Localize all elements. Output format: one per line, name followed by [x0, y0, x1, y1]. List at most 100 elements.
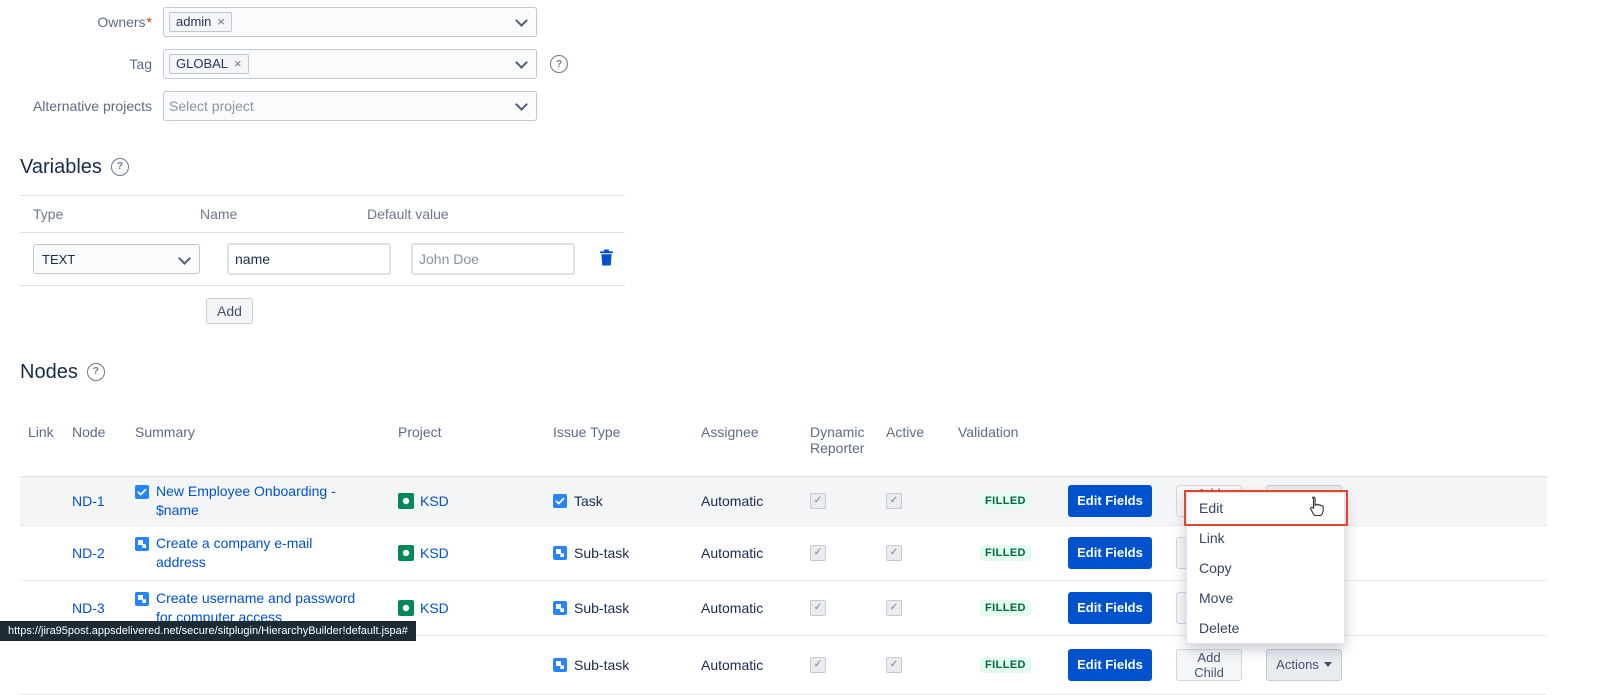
nodes-table-header: Link Node Summary Project Issue Type Ass…: [20, 412, 1547, 477]
dynamic-reporter-cell: ✓: [810, 657, 886, 673]
help-icon[interactable]: ?: [111, 158, 129, 176]
form-row-tag: Tag GLOBAL × ?: [0, 50, 568, 78]
col-dynamic-reporter: Dynamic Reporter: [810, 424, 886, 456]
assignee-label: Automatic: [701, 600, 810, 616]
col-active: Active: [886, 424, 958, 440]
caret-down-icon: [1324, 662, 1332, 667]
node-id-link[interactable]: ND-2: [72, 545, 105, 561]
actions-dropdown-menu: Edit Link Copy Move Delete: [1186, 492, 1345, 644]
dynamic-reporter-checkbox[interactable]: ✓: [810, 657, 826, 673]
issue-type-label: Sub-task: [574, 600, 629, 616]
subtask-icon: [553, 658, 567, 672]
menu-item-edit[interactable]: Edit: [1187, 493, 1344, 523]
owners-select[interactable]: admin ×: [163, 7, 537, 37]
summary-link[interactable]: New Employee Onboarding - $name: [156, 482, 361, 520]
chevron-down-icon: [515, 14, 528, 27]
tag-select[interactable]: GLOBAL ×: [163, 49, 537, 79]
assignee-label: Automatic: [701, 657, 810, 673]
project-avatar-icon: [398, 600, 414, 616]
variables-title: Variables ?: [20, 155, 625, 179]
add-child-button[interactable]: Add Child: [1176, 649, 1242, 681]
actions-label: Actions: [1276, 657, 1319, 672]
project-avatar-icon: [398, 545, 414, 561]
help-icon[interactable]: ?: [550, 55, 568, 73]
template-settings-form: Owners* admin × Tag GLOBAL × ? Alternati…: [0, 8, 568, 134]
col-name: Name: [200, 206, 367, 222]
task-icon: [135, 485, 149, 499]
variables-section: Variables ? Type Name Default value TEXT…: [20, 138, 625, 324]
validation-badge: FILLED: [980, 493, 1031, 509]
dynamic-reporter-checkbox[interactable]: ✓: [810, 600, 826, 616]
node-id-link[interactable]: ND-1: [72, 493, 105, 509]
dynamic-reporter-cell: ✓: [810, 493, 886, 509]
edit-fields-button[interactable]: Edit Fields: [1068, 485, 1152, 517]
project-link[interactable]: KSD: [420, 545, 449, 561]
node-id-link[interactable]: ND-3: [72, 600, 105, 616]
issue-type-cell: Sub-task: [553, 600, 701, 616]
menu-item-delete[interactable]: Delete: [1187, 613, 1344, 643]
col-default-value: Default value: [367, 206, 449, 222]
alt-projects-select[interactable]: Select project: [163, 91, 537, 121]
active-checkbox[interactable]: ✓: [886, 493, 902, 509]
project-cell: KSD: [398, 600, 553, 616]
active-cell: ✓: [886, 600, 958, 616]
help-icon[interactable]: ?: [87, 363, 105, 381]
validation-cell: FILLED: [958, 600, 1068, 616]
validation-cell: FILLED: [958, 657, 1068, 673]
nodes-title-text: Nodes: [20, 360, 78, 384]
subtask-icon: [135, 592, 149, 606]
col-project: Project: [398, 424, 553, 440]
summary-cell: New Employee Onboarding - $name: [135, 482, 398, 520]
issue-type-cell: Task: [553, 493, 701, 509]
edit-fields-button[interactable]: Edit Fields: [1068, 649, 1152, 681]
col-issue-type: Issue Type: [553, 424, 701, 440]
actions-button[interactable]: Actions: [1266, 649, 1342, 681]
validation-cell: FILLED: [958, 545, 1068, 561]
dynamic-reporter-checkbox[interactable]: ✓: [810, 493, 826, 509]
delete-variable-button[interactable]: [597, 247, 616, 271]
subtask-icon: [553, 546, 567, 560]
owners-label: Owners*: [0, 14, 163, 30]
project-link[interactable]: KSD: [420, 600, 449, 616]
edit-fields-button[interactable]: Edit Fields: [1068, 537, 1152, 569]
variable-row: TEXT: [20, 233, 625, 286]
node-cell: ND-1: [72, 493, 135, 509]
add-variable-button[interactable]: Add: [206, 298, 253, 324]
dynamic-reporter-checkbox[interactable]: ✓: [810, 545, 826, 561]
summary-link[interactable]: Create a company e-mail address: [156, 534, 361, 572]
select-placeholder: Select project: [169, 98, 254, 114]
variables-title-text: Variables: [20, 155, 102, 179]
active-checkbox[interactable]: ✓: [886, 600, 902, 616]
status-url-tooltip: https://jira95post.appsdelivered.net/sec…: [0, 621, 416, 641]
form-row-alt-projects: Alternative projects Select project: [0, 92, 568, 120]
chevron-down-icon: [515, 56, 528, 69]
chevron-down-icon: [178, 252, 191, 265]
menu-item-move[interactable]: Move: [1187, 583, 1344, 613]
dynamic-reporter-cell: ✓: [810, 545, 886, 561]
menu-item-copy[interactable]: Copy: [1187, 553, 1344, 583]
validation-cell: FILLED: [958, 493, 1068, 509]
col-node: Node: [72, 424, 135, 440]
dynamic-reporter-cell: ✓: [810, 600, 886, 616]
chip-remove-icon[interactable]: ×: [217, 14, 225, 30]
task-icon: [553, 494, 567, 508]
active-checkbox[interactable]: ✓: [886, 657, 902, 673]
validation-badge: FILLED: [980, 545, 1031, 561]
chip-remove-icon[interactable]: ×: [234, 56, 242, 72]
issue-type-label: Sub-task: [574, 657, 629, 673]
alt-projects-label-text: Alternative projects: [33, 98, 152, 114]
variable-type-select[interactable]: TEXT: [33, 244, 200, 274]
edit-fields-button[interactable]: Edit Fields: [1068, 592, 1152, 624]
active-cell: ✓: [886, 657, 958, 673]
alt-projects-label: Alternative projects: [0, 98, 163, 114]
active-checkbox[interactable]: ✓: [886, 545, 902, 561]
menu-item-link[interactable]: Link: [1187, 523, 1344, 553]
project-cell: KSD: [398, 545, 553, 561]
active-cell: ✓: [886, 545, 958, 561]
variable-name-input[interactable]: [227, 243, 391, 275]
validation-badge: FILLED: [980, 600, 1031, 616]
default-value-input[interactable]: [411, 243, 575, 275]
project-link[interactable]: KSD: [420, 493, 449, 509]
node-row: Sub-task Automatic ✓ ✓ FILLED Edit Field…: [20, 636, 1547, 695]
tag-label: Tag: [0, 56, 163, 72]
